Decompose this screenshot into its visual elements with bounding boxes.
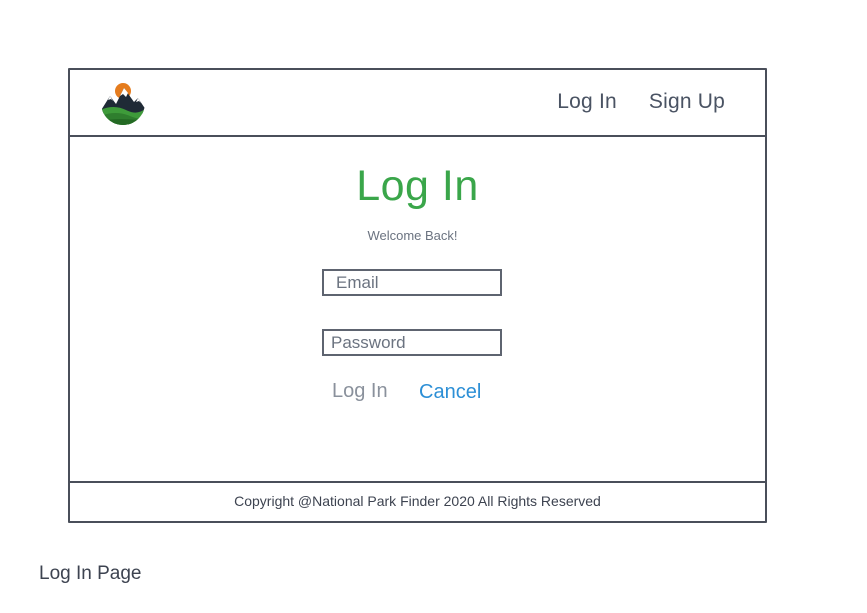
cancel-button[interactable]: Cancel [419,381,481,404]
footer: Copyright @National Park Finder 2020 All… [70,481,765,521]
canvas: Log In Sign Up Log In Welcome Back! Log … [0,0,867,613]
page-title: Log In [356,162,479,210]
top-nav: Log In Sign Up [557,90,725,114]
password-field[interactable] [322,329,502,356]
email-field[interactable] [322,269,502,296]
nav-signup-link[interactable]: Sign Up [649,90,725,114]
mountain-logo-icon[interactable] [100,80,146,126]
page-caption: Log In Page [39,563,142,584]
header: Log In Sign Up [70,70,765,137]
page-frame: Log In Sign Up Log In Welcome Back! Log … [68,68,767,523]
copyright-text: Copyright @National Park Finder 2020 All… [234,493,601,509]
page-subtitle: Welcome Back! [367,228,458,243]
nav-login-link[interactable]: Log In [557,90,617,114]
login-button[interactable]: Log In [332,380,388,403]
